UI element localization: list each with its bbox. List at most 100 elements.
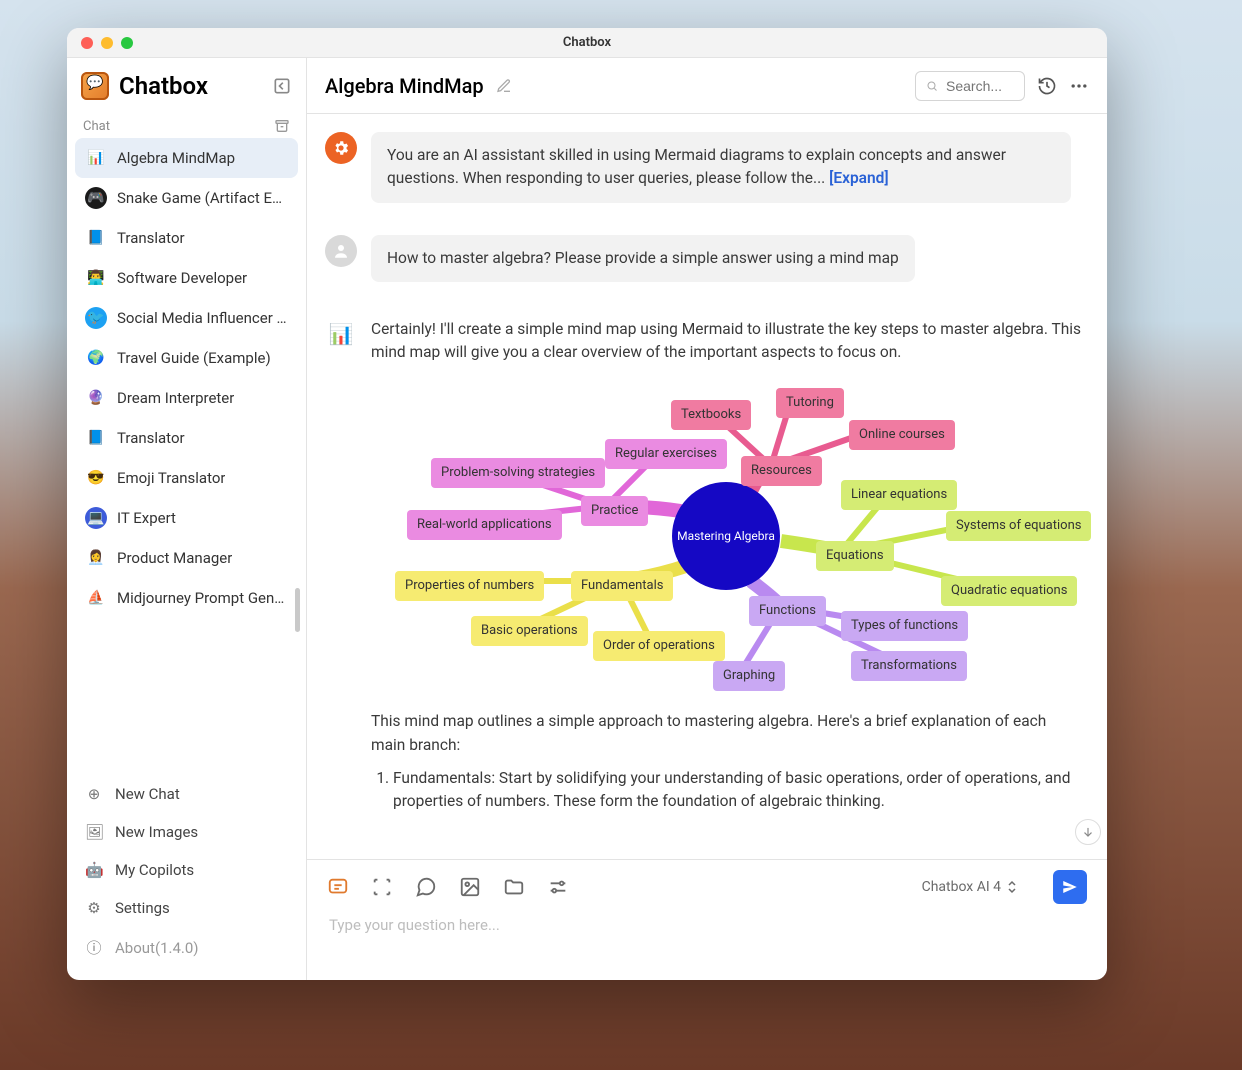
mindmap-leaf: Problem-solving strategies [431,458,605,488]
plus-icon: ⊕ [85,785,103,803]
chat-mode-icon[interactable] [327,876,349,898]
footer-item-label: About(1.4.0) [115,939,199,957]
footer-item-label: New Chat [115,785,180,803]
sidebar-item-label: Translator [117,429,185,447]
book-icon: 📘 [85,227,107,249]
mindmap-leaf: Real-world applications [407,510,562,540]
new-chat-button[interactable]: ⊕ New Chat [75,775,298,813]
composer: Chatbox AI 4 [307,859,1107,980]
sidebar-item-snake-game[interactable]: 🎮 Snake Game (Artifact Exa… [75,178,298,218]
footer-item-label: New Images [115,823,198,841]
sidebar-item-translator[interactable]: 📘 Translator [75,218,298,258]
scroll-to-bottom-button[interactable] [1075,819,1101,845]
main-panel: Algebra MindMap You are an AI ass [307,58,1107,980]
conversation-scroll[interactable]: You are an AI assistant skilled in using… [307,114,1107,859]
model-selector[interactable]: Chatbox AI 4 [922,879,1017,895]
user-message-bubble: How to master algebra? Please provide a … [371,235,915,282]
sidebar-item-it-expert[interactable]: 💻 IT Expert [75,498,298,538]
new-images-button[interactable]: 🖼 New Images [75,813,298,851]
mindmap-leaf: Online courses [849,420,955,450]
app-logo-icon [81,72,109,100]
search-box[interactable] [915,71,1025,101]
boat-icon: ⛵ [85,587,107,609]
mindmap-leaf: Systems of equations [946,511,1091,541]
sidebar-item-label: Social Media Influencer (E… [117,309,288,327]
chevron-updown-icon [1007,880,1017,894]
robot-icon: 🤖 [85,861,103,879]
user-message-row: How to master algebra? Please provide a … [325,235,1083,282]
about-button[interactable]: ⓘ About(1.4.0) [75,927,298,968]
sidebar-item-social-media[interactable]: 🐦 Social Media Influencer (E… [75,298,298,338]
app-name: Chatbox [119,72,208,100]
mindmap-node-fundamentals: Fundamentals [571,571,673,601]
sidebar-item-translator-2[interactable]: 📘 Translator [75,418,298,458]
assistant-outro-text: This mind map outlines a simple approach… [371,710,1083,757]
quote-icon[interactable] [415,876,437,898]
chat-list: 📊 Algebra MindMap 🎮 Snake Game (Artifact… [73,138,300,773]
edit-title-icon[interactable] [496,78,512,94]
system-message-bubble: You are an AI assistant skilled in using… [371,132,1071,203]
mindmap-leaf: Basic operations [471,616,588,646]
archive-icon[interactable] [274,118,290,134]
mindmap-leaf: Transformations [851,651,967,681]
crystal-ball-icon: 🔮 [85,387,107,409]
system-message-text: You are an AI assistant skilled in using… [387,146,1006,187]
sidebar-item-label: Algebra MindMap [117,149,235,167]
titlebar: Chatbox [67,28,1107,58]
scrollbar-thumb[interactable] [295,588,300,632]
tune-icon[interactable] [547,876,569,898]
sidebar-item-label: Software Developer [117,269,247,287]
settings-button[interactable]: ⚙ Settings [75,889,298,927]
sidebar-item-label: Emoji Translator [117,469,225,487]
sidebar-item-product-manager[interactable]: 👩‍💼 Product Manager [75,538,298,578]
sidebar: Chatbox Chat 📊 Algebra MindMap 🎮 Snake G… [67,58,307,980]
image-plus-icon: 🖼 [85,823,103,841]
gear-icon: ⚙ [85,899,103,917]
system-avatar-icon [325,132,357,164]
message-input[interactable] [327,914,1087,960]
brand-block: Chatbox [73,68,300,112]
search-input[interactable] [944,77,1014,95]
mindmap-leaf: Order of operations [593,631,725,661]
mindmap-leaf: Linear equations [841,480,957,510]
sidebar-item-travel-guide[interactable]: 🌍 Travel Guide (Example) [75,338,298,378]
more-menu-icon[interactable] [1069,76,1089,96]
assistant-message-bubble: Certainly! I'll create a simple mind map… [371,318,1083,824]
sidebar-item-algebra-mindmap[interactable]: 📊 Algebra MindMap [75,138,298,178]
footer-item-label: Settings [115,899,170,917]
conversation-title: Algebra MindMap [325,74,484,98]
sidebar-item-emoji-translator[interactable]: 😎 Emoji Translator [75,458,298,498]
collapse-sidebar-icon[interactable] [272,76,292,96]
mindmap-node-functions: Functions [749,596,826,626]
attach-file-icon[interactable] [503,876,525,898]
window-title: Chatbox [67,35,1107,50]
sidebar-item-midjourney[interactable]: ⛵ Midjourney Prompt Gener… [75,578,298,618]
sidebar-item-dream-interpreter[interactable]: 🔮 Dream Interpreter [75,378,298,418]
model-name: Chatbox AI 4 [922,879,1001,895]
send-button[interactable] [1053,870,1087,904]
sunglasses-icon: 😎 [85,467,107,489]
mindmap-node-practice: Practice [581,496,648,526]
mindmap-leaf: Regular exercises [605,439,727,469]
expand-system-link[interactable]: [Expand] [829,169,889,187]
user-message-text: How to master algebra? Please provide a … [387,249,899,267]
computer-icon: 💻 [85,507,107,529]
sidebar-item-label: Travel Guide (Example) [117,349,271,367]
mindmap-leaf: Quadratic equations [941,576,1077,606]
history-icon[interactable] [1037,76,1057,96]
twitter-icon: 🐦 [85,307,107,329]
assistant-avatar-icon: 📊 [325,318,357,350]
my-copilots-button[interactable]: 🤖 My Copilots [75,851,298,889]
attach-image-icon[interactable] [459,876,481,898]
chart-icon: 📊 [85,147,107,169]
select-region-icon[interactable] [371,876,393,898]
sidebar-item-label: Translator [117,229,185,247]
sidebar-item-software-developer[interactable]: 👨‍💻 Software Developer [75,258,298,298]
search-icon [926,79,938,93]
mindmap-center-node: Mastering Algebra [672,482,780,590]
app-window: Chatbox Chatbox Chat 📊 Algebra MindMap [67,28,1107,980]
mindmap-node-resources: Resources [741,456,822,486]
user-avatar-icon [325,235,357,267]
book-icon: 📘 [85,427,107,449]
system-message-row: You are an AI assistant skilled in using… [325,132,1083,203]
